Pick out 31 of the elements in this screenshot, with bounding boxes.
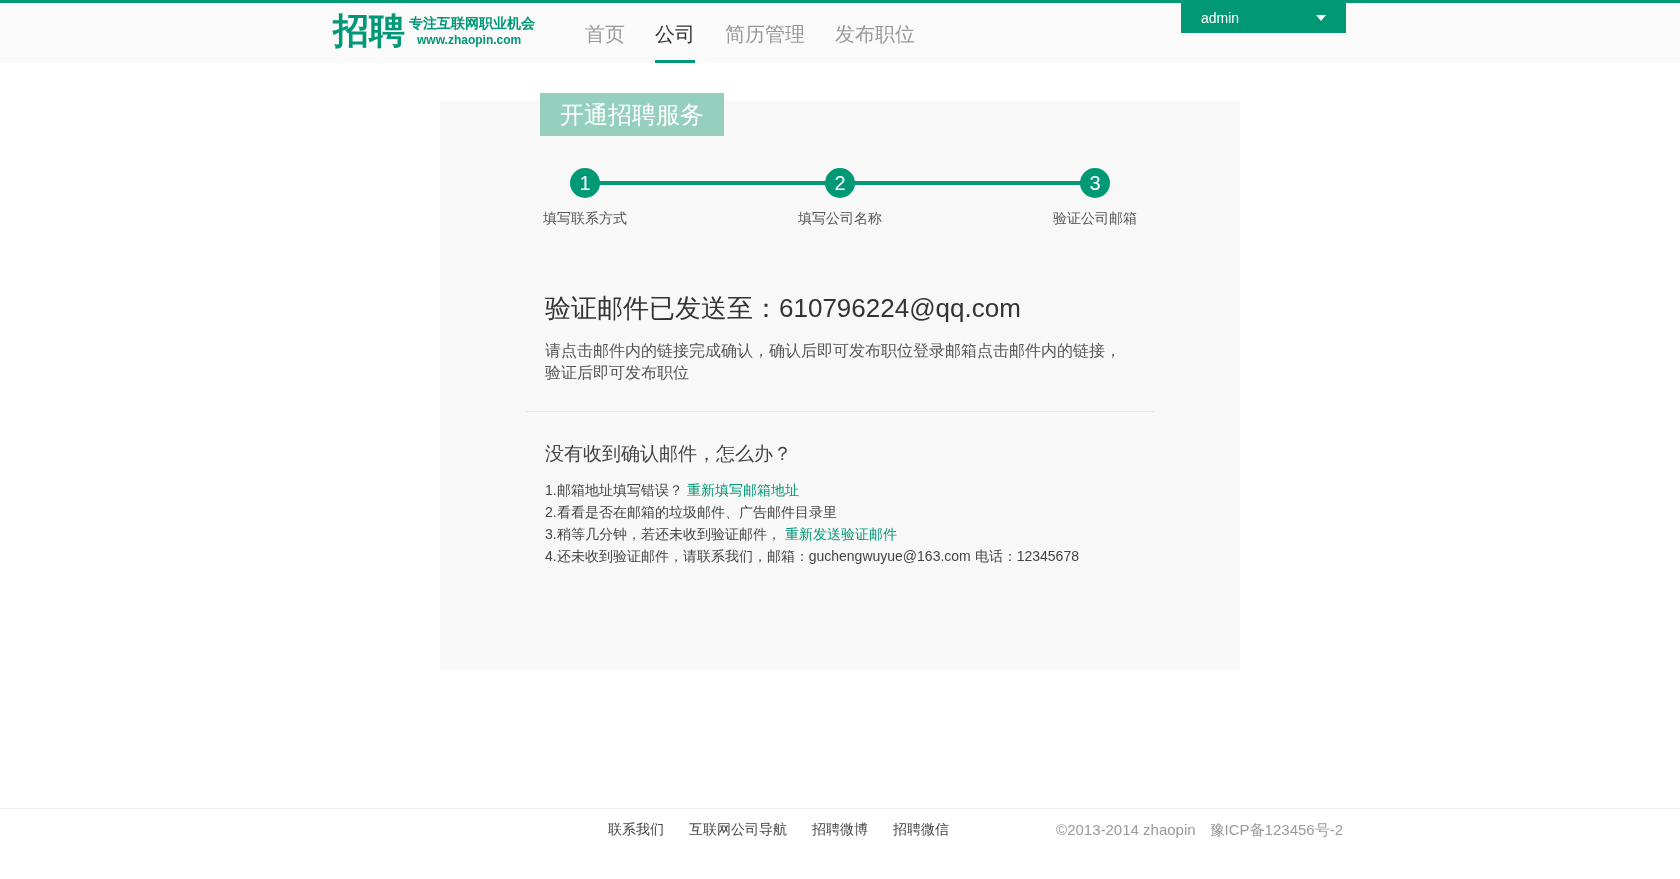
nav-tab[interactable]: 公司 xyxy=(655,3,695,63)
logo-slogan: 专注互联网职业机会 xyxy=(409,14,535,32)
footer-link[interactable]: 互联网公司导航 xyxy=(689,819,787,840)
description: 请点击邮件内的链接完成确认，确认后即可发布职位登录邮箱点击邮件内的链接，验证后即可发布职位 xyxy=(545,341,1122,383)
help-title: 没有收到确认邮件，怎么办？ xyxy=(545,442,793,466)
step-label: 验证公司邮箱 xyxy=(1053,209,1137,228)
nav-tab[interactable]: 发布职位 xyxy=(835,3,915,63)
help-item: 4.还未收到验证邮件，请联系我们，邮箱：guchengwuyue@163.com 电话：12345678 xyxy=(545,546,1080,566)
step-number: 3 xyxy=(1080,168,1110,198)
help-link[interactable]: 重新发送验证邮件 xyxy=(784,525,897,542)
footer-link[interactable]: 招聘微博 xyxy=(812,819,868,840)
user-menu[interactable]: admin xyxy=(1181,3,1346,33)
step-number: 2 xyxy=(825,168,855,198)
footer-link[interactable]: 招聘微信 xyxy=(893,819,949,840)
icp-number: 豫ICP备123456号-2 xyxy=(1209,820,1343,840)
nav-tab[interactable]: 首页 xyxy=(585,3,625,63)
help-item: 1.邮箱地址填写错误？ 重新填写邮箱地址 xyxy=(545,480,800,500)
logo-url: www.zhaopin.com xyxy=(417,32,523,48)
nav-tab[interactable]: 简历管理 xyxy=(725,3,805,63)
sent-heading: 验证邮件已发送至：610796224@qq.com xyxy=(545,292,1022,325)
card-title: 开通招聘服务 xyxy=(540,93,724,136)
help-link[interactable]: 重新填写邮箱地址 xyxy=(686,481,799,498)
help-item: 3.稍等几分钟，若还未收到验证邮件， 重新发送验证邮件 xyxy=(545,524,898,544)
step-label: 填写公司名称 xyxy=(798,209,882,228)
help-item: 2.看看是否在邮箱的垃圾邮件、广告邮件目录里 xyxy=(545,502,838,522)
step-label: 填写联系方式 xyxy=(543,209,627,228)
caret-icon xyxy=(1316,15,1326,21)
footer-link[interactable]: 联系我们 xyxy=(608,819,664,840)
logo-mark: 招聘 xyxy=(333,13,405,49)
copyright: ©2013-2014 zhaopin xyxy=(1056,820,1196,840)
step-number: 1 xyxy=(570,168,600,198)
